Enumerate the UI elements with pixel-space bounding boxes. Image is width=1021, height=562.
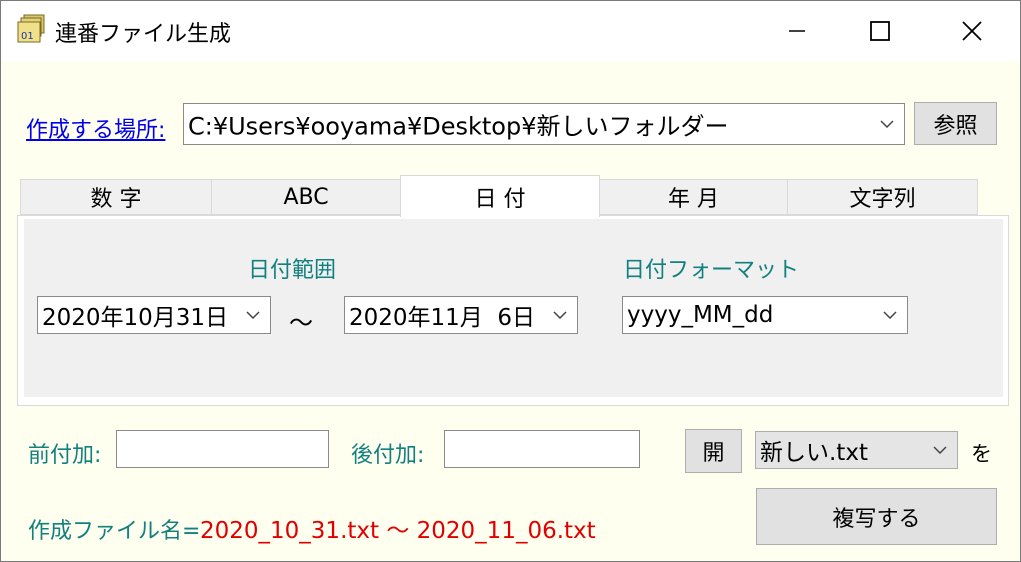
output-filename-label: 作成ファイル名=: [28, 519, 201, 544]
tab-string[interactable]: 文字列: [787, 179, 978, 215]
maximize-icon: [870, 21, 890, 41]
end-date-picker[interactable]: 2020年11月 6日: [344, 296, 578, 334]
open-template-button[interactable]: 開: [685, 429, 742, 473]
date-format-label: 日付フォーマット: [623, 258, 800, 283]
window-title: 連番ファイル生成: [55, 22, 232, 47]
minimize-icon: [789, 30, 805, 32]
location-combobox[interactable]: C:¥Users¥ooyama¥Desktop¥新しいフォルダー: [183, 103, 905, 145]
location-path-value: C:¥Users¥ooyama¥Desktop¥新しいフォルダー: [188, 112, 729, 141]
chevron-down-icon: [933, 446, 947, 454]
tab-date[interactable]: 日 付: [400, 175, 600, 217]
date-format-value: yyyy_MM_dd: [627, 302, 774, 328]
icon-number-text: 01: [21, 31, 34, 42]
output-filename-preview: 2020_10_31.txt ～ 2020_11_06.txt: [200, 518, 596, 544]
tab-year-month[interactable]: 年 月: [599, 179, 788, 215]
date-range-label: 日付範囲: [248, 258, 337, 283]
close-button[interactable]: [926, 1, 1018, 61]
chevron-down-icon: [883, 311, 897, 319]
title-bar: 01 連番ファイル生成: [1, 1, 1020, 61]
chevron-down-icon: [246, 311, 260, 319]
wo-particle-label: を: [971, 442, 992, 466]
maximize-button[interactable]: [834, 1, 926, 61]
tab-number[interactable]: 数 字: [20, 179, 212, 215]
end-date-value: 2020年11月 6日: [349, 305, 536, 331]
chevron-down-icon: [553, 311, 567, 319]
prefix-input[interactable]: [116, 430, 329, 468]
date-format-select[interactable]: yyyy_MM_dd: [622, 296, 908, 334]
suffix-input[interactable]: [444, 430, 640, 468]
template-file-select[interactable]: 新しい.txt: [755, 431, 958, 469]
location-link[interactable]: 作成する場所:: [26, 112, 165, 144]
prefix-label: 前付加:: [28, 443, 102, 468]
chevron-down-icon: [880, 120, 894, 128]
tab-abc[interactable]: ABC: [211, 179, 401, 215]
suffix-label: 後付加:: [351, 443, 425, 468]
start-date-value: 2020年10月31日: [42, 305, 229, 331]
browse-button[interactable]: 参照: [914, 102, 997, 145]
close-icon: [962, 21, 982, 41]
range-tilde: ～: [289, 309, 313, 337]
copy-button[interactable]: 複写する: [756, 488, 997, 545]
template-file-value: 新しい.txt: [760, 440, 868, 466]
minimize-button[interactable]: [751, 1, 843, 61]
folder-stack-01-icon: 01: [15, 13, 47, 45]
start-date-picker[interactable]: 2020年10月31日: [37, 296, 271, 334]
app-window: 01 連番ファイル生成 作成する場所: C:¥Users¥ooyama¥Desk…: [0, 0, 1021, 562]
